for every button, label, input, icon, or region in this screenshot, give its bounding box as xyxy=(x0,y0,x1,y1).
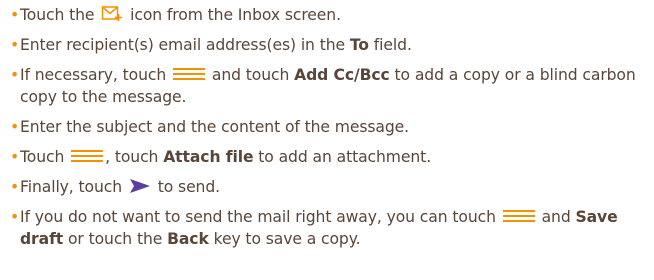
item-text: to send. xyxy=(152,178,220,196)
item-text: Touch the xyxy=(20,6,100,24)
menu-icon xyxy=(71,149,104,162)
bullet-marker: • xyxy=(10,148,20,166)
add-cc-bcc-label: Add Cc/Bcc xyxy=(294,66,390,84)
menu-icon xyxy=(502,209,535,222)
item-text: or touch the xyxy=(63,230,168,248)
item-text: If you do not want to send the mail righ… xyxy=(20,208,501,226)
bullet-marker: • xyxy=(10,6,20,24)
item-text: to add an attachment. xyxy=(253,148,432,166)
compose-icon xyxy=(101,4,123,22)
bullet-marker: • xyxy=(10,66,20,84)
instruction-page: • Touch the icon from the Inbox screen. … xyxy=(0,0,654,280)
list-item: • Touch the icon from the Inbox screen. xyxy=(10,4,650,26)
send-icon xyxy=(129,178,151,194)
list-item: • Enter the subject and the content of t… xyxy=(10,116,650,138)
item-text: icon from the Inbox screen. xyxy=(125,6,341,24)
list-item: • If you do not want to send the mail ri… xyxy=(10,206,650,250)
item-text: Enter the subject and the content of the… xyxy=(20,118,410,136)
attach-file-label: Attach file xyxy=(163,148,254,166)
item-text: key to save a copy. xyxy=(208,230,361,248)
list-item: • Finally, touch to send. xyxy=(10,176,650,198)
menu-icon xyxy=(173,67,205,80)
item-text: , touch xyxy=(105,148,164,166)
item-text: and xyxy=(536,208,576,226)
to-field-label: To xyxy=(349,36,369,54)
item-text: field. xyxy=(368,36,412,54)
item-text: Touch xyxy=(20,148,70,166)
bullet-marker: • xyxy=(10,208,20,226)
item-text: and touch xyxy=(207,66,295,84)
item-text: Enter recipient(s) email address(es) in … xyxy=(20,36,350,54)
bullet-marker: • xyxy=(10,36,20,54)
back-key-label: Back xyxy=(167,230,209,248)
item-text: Finally, touch xyxy=(20,178,127,196)
bullet-marker: • xyxy=(10,118,20,136)
list-item: • Touch , touch Attach file to add an at… xyxy=(10,146,650,168)
list-item: • If necessary, touch and touch Add Cc/B… xyxy=(10,64,650,108)
list-item: • Enter recipient(s) email address(es) i… xyxy=(10,34,650,56)
bullet-marker: • xyxy=(10,178,20,196)
item-text: If necessary, touch xyxy=(20,66,171,84)
